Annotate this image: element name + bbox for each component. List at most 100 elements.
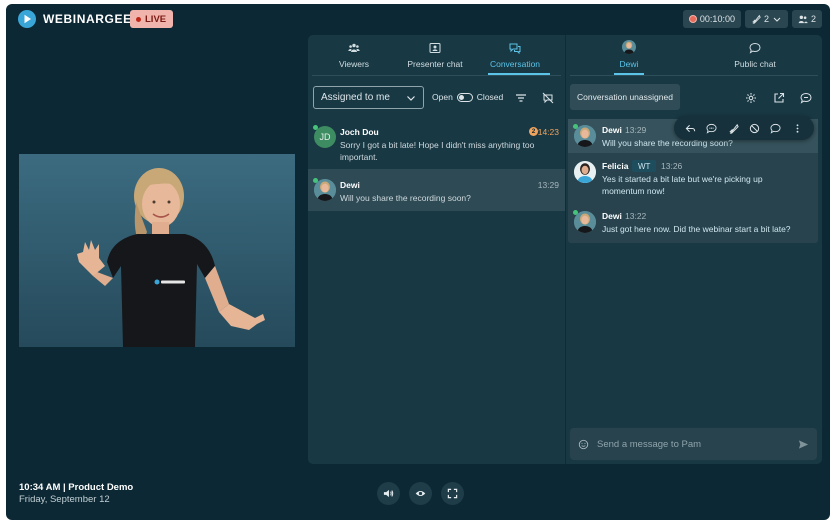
tab-presenter-chat-label: Presenter chat (407, 59, 463, 69)
chat-options-button[interactable] (799, 91, 813, 105)
avatar: JD (314, 126, 336, 148)
tab-presenter-chat[interactable]: Presenter chat (400, 35, 470, 75)
message-item[interactable]: Felicia WT 13:26 Yes it started a bit la… (568, 159, 818, 203)
status-toggle-switch[interactable] (456, 92, 473, 102)
pop-out-button[interactable] (772, 91, 786, 105)
meeting-date: Friday, September 12 (19, 494, 110, 505)
message-author: Dewi (602, 125, 622, 135)
sort-filter-button[interactable] (514, 91, 528, 105)
message-item[interactable]: Dewi 13:22 Just got here now. Did the we… (568, 209, 818, 241)
brand-name: WEBINARGEEK (43, 12, 141, 26)
chat-tabs: Viewers Presenter chat Conversation (308, 35, 560, 77)
hide-chat-button[interactable] (541, 91, 555, 105)
volume-button[interactable] (377, 482, 400, 505)
emoji-icon[interactable] (578, 439, 589, 450)
message-composer (570, 428, 817, 460)
volume-icon (383, 489, 394, 498)
message-text: Yes it started a bit late but we're pick… (602, 174, 763, 196)
chat-panel: Viewers Presenter chat Conversation Assi… (308, 35, 822, 464)
media-controls (377, 482, 464, 505)
tab-dewi[interactable]: Dewi (566, 35, 692, 75)
online-indicator (313, 178, 318, 183)
fullscreen-button[interactable] (441, 482, 464, 505)
avatar-initials: JD (319, 132, 331, 142)
avatar (574, 125, 596, 147)
viewers-icon (348, 43, 360, 52)
conversation-item-selected[interactable]: Dewi 13:29 Will you share the recording … (308, 169, 565, 211)
tab-public-chat[interactable]: Public chat (692, 35, 818, 75)
tabs-divider (570, 75, 818, 76)
reply-icon[interactable] (685, 123, 696, 134)
brand-logo: WEBINARGEEK (18, 10, 141, 28)
message-input[interactable] (597, 438, 790, 450)
conversation-preview: Will you share the recording soon? (340, 193, 471, 203)
message-time: 13:22 (625, 211, 647, 221)
avatar (314, 179, 336, 201)
conversation-unassigned-button[interactable]: Conversation unassigned (570, 84, 680, 110)
tab-viewers-label: Viewers (338, 59, 370, 69)
preview-button[interactable] (409, 482, 432, 505)
assigned-filter-value: Assigned to me (321, 92, 390, 103)
attendees-count: 2 (810, 14, 816, 24)
conversation-thread-column: Dewi Public chat Conversation unassigned (566, 35, 822, 464)
message-author: Dewi (602, 211, 622, 221)
conversation-icon (509, 43, 521, 54)
online-indicator (313, 125, 318, 130)
tab-public-chat-label: Public chat (734, 59, 776, 69)
more-vertical-icon[interactable] (792, 123, 803, 134)
chevron-down-icon (773, 17, 781, 22)
open-label: Open (432, 92, 453, 102)
webinar-studio: WEBINARGEEK LIVE 00:10:00 2 2 10:34 AM |… (6, 4, 830, 520)
quote-bubble-icon[interactable] (706, 123, 718, 134)
recording-timer-button[interactable]: 00:10:00 (682, 10, 741, 28)
eye-icon (415, 490, 426, 497)
online-indicator (573, 210, 578, 215)
conversation-name: Dewi (340, 180, 360, 190)
message-text: Just got here now. Did the webinar start… (602, 224, 791, 234)
message-time: 13:26 (661, 161, 683, 171)
live-badge: LIVE (130, 10, 174, 28)
thread-tabs: Dewi Public chat (566, 35, 818, 77)
chevron-down-icon (407, 95, 415, 101)
presenter-video (19, 154, 295, 347)
closed-label: Closed (476, 92, 504, 102)
conversation-settings-button[interactable] (744, 91, 758, 105)
message-author: Felicia (602, 161, 629, 171)
dewi-avatar-icon (574, 125, 596, 147)
felicia-avatar-icon (574, 161, 596, 183)
dewi-avatar-icon (622, 40, 636, 54)
top-controls: 00:10:00 2 2 (682, 10, 822, 28)
tab-conversation[interactable]: Conversation (470, 35, 560, 75)
message-actions-toolbar (674, 116, 814, 140)
online-indicator (573, 124, 578, 129)
conversation-item[interactable]: JD Joch Dou 2 14:23 Sorry I got a bit la… (308, 119, 565, 167)
assigned-filter-select[interactable]: Assigned to me (313, 86, 424, 109)
team-badge: WT (632, 160, 657, 172)
attendees-button[interactable]: 2 (791, 10, 822, 28)
presenter-chat-icon (429, 43, 441, 53)
chat-off-icon (542, 92, 554, 104)
logo-mark-icon (18, 10, 36, 28)
assign-presenter-icon[interactable] (728, 123, 739, 134)
conversation-preview: Sorry I got a bit late! Hope I didn't mi… (340, 140, 535, 162)
record-icon (688, 15, 697, 23)
dewi-avatar-icon (314, 179, 336, 201)
external-link-icon (774, 92, 785, 103)
presenters-button[interactable]: 2 (744, 10, 788, 28)
chat-bubble-icon[interactable] (770, 123, 782, 134)
open-closed-toggle[interactable]: Open Closed (432, 92, 503, 102)
conversation-time: 14:23 (537, 127, 559, 137)
users-icon (798, 15, 808, 24)
avatar (574, 161, 596, 183)
dewi-avatar-icon (574, 211, 596, 233)
tabs-divider (312, 75, 561, 76)
block-icon[interactable] (749, 123, 760, 134)
presenter-figure (77, 168, 265, 347)
fullscreen-icon (447, 488, 458, 499)
tab-viewers[interactable]: Viewers (308, 35, 400, 75)
presenter-icon (752, 14, 761, 24)
send-icon[interactable] (798, 439, 809, 450)
avatar (574, 211, 596, 233)
tab-dewi-label: Dewi (619, 59, 639, 69)
recording-timer: 00:10:00 (699, 14, 735, 24)
